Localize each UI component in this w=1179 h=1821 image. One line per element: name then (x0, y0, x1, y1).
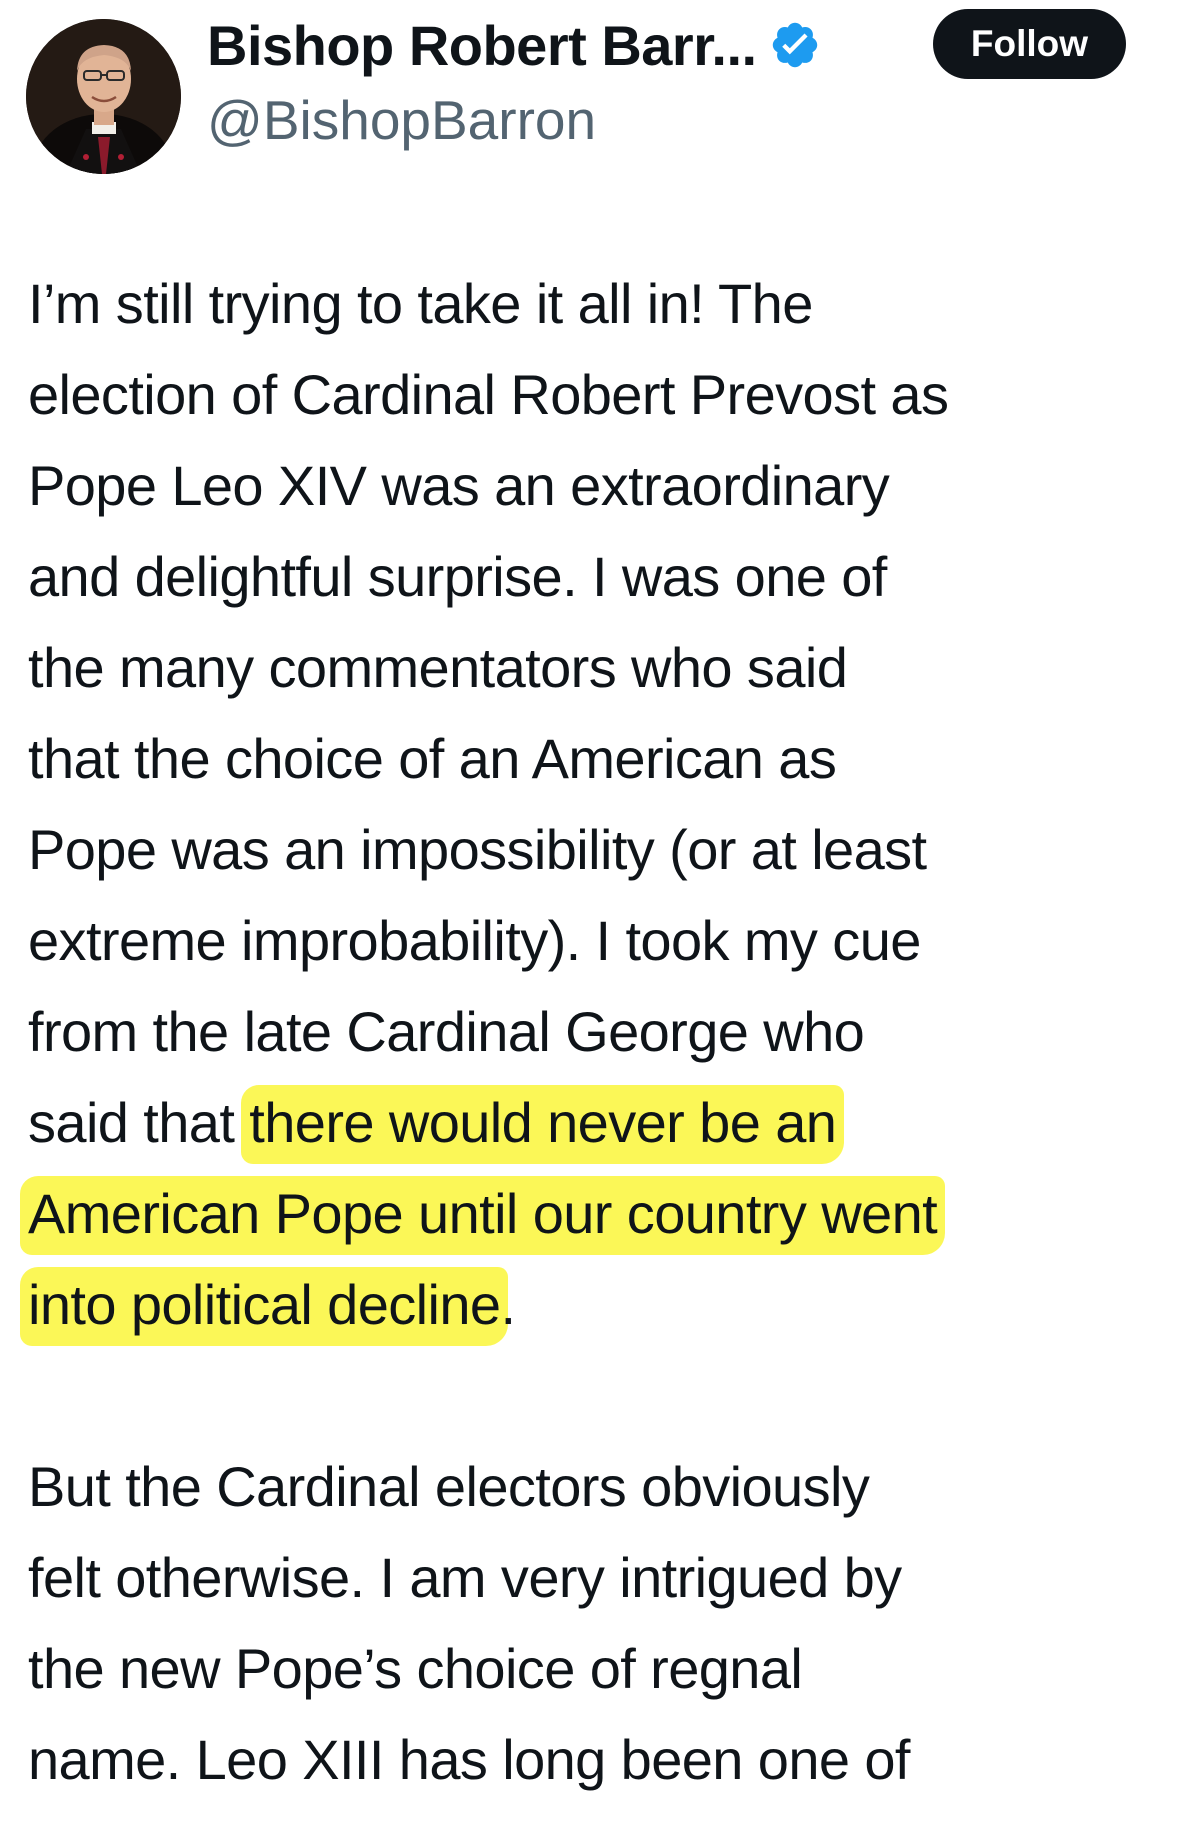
tweet-line: from the late Cardinal George who (28, 1000, 865, 1063)
tweet-line: the new Pope’s choice of regnal (28, 1637, 803, 1700)
line-text: said that (28, 1091, 250, 1154)
tweet-line: and delightful surprise. I was one of (28, 545, 887, 608)
tweet-line: the many commentators who said (28, 636, 848, 699)
tweet-text: I’m still trying to take it all in! The … (20, 258, 1158, 1805)
author-handle[interactable]: @BishopBarron (207, 88, 596, 152)
display-name: Bishop Robert Barr... (207, 13, 757, 77)
tweet-line: extreme improbability). I took my cue (28, 909, 921, 972)
tweet-line: into political decline. (20, 1259, 1158, 1350)
tweet-line: election of Cardinal Robert Prevost as (28, 363, 949, 426)
tweet-line: felt otherwise. I am very intrigued by (28, 1546, 902, 1609)
tweet-header: Bishop Robert Barr... @BishopBarron Foll… (0, 0, 1179, 200)
highlighted-text: American Pope until our country went (20, 1176, 946, 1255)
tweet-line: But the Cardinal electors obviously (28, 1455, 870, 1518)
follow-button[interactable]: Follow (933, 9, 1126, 79)
display-name-row[interactable]: Bishop Robert Barr... (207, 8, 821, 82)
avatar-photo-icon (26, 19, 181, 174)
line-text: . (500, 1273, 516, 1336)
tweet-line: that the choice of an American as (28, 727, 837, 790)
tweet-line: said that there would never be an (28, 1077, 1158, 1168)
tweet-line: name. Leo XIII has long been one of (28, 1728, 911, 1791)
tweet-line: I’m still trying to take it all in! The (28, 272, 813, 335)
highlighted-text: there would never be an (241, 1085, 845, 1164)
verified-badge-icon (769, 19, 821, 71)
tweet-line: American Pope until our country went (20, 1168, 1158, 1259)
tweet-line: Pope Leo XIV was an extraordinary (28, 454, 890, 517)
highlighted-text: into political decline (20, 1267, 509, 1346)
author-avatar[interactable] (26, 19, 181, 174)
tweet-line: Pope was an impossibility (or at least (28, 818, 927, 881)
